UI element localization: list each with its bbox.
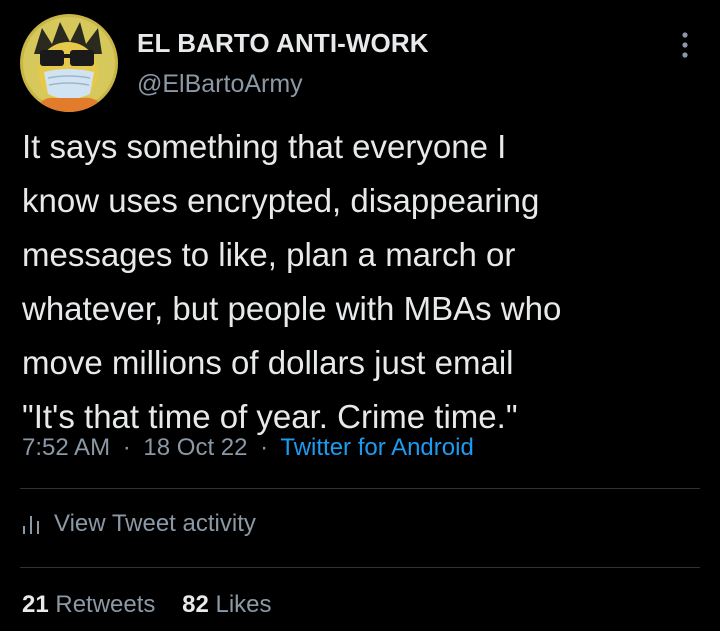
- more-vertical-icon: [682, 32, 688, 58]
- view-tweet-activity-button[interactable]: View Tweet activity: [22, 510, 256, 538]
- separator: ·: [260, 434, 269, 461]
- avatar[interactable]: [20, 14, 118, 112]
- tweet-text: It says something that everyone I know u…: [22, 128, 562, 435]
- divider: [20, 567, 700, 568]
- more-options-button[interactable]: [668, 28, 702, 62]
- retweet-count: 21: [22, 591, 49, 618]
- tweet-stats: 21 Retweets 82 Likes: [22, 591, 292, 619]
- view-tweet-activity-label: View Tweet activity: [54, 510, 256, 537]
- bar-chart-icon: [23, 516, 39, 534]
- tweet-time[interactable]: 7:52 AM: [22, 434, 110, 461]
- tweet-source-link[interactable]: Twitter for Android: [280, 434, 473, 461]
- avatar-image: [20, 14, 118, 112]
- tweet-date[interactable]: 18 Oct 22: [143, 434, 247, 461]
- like-count: 82: [182, 591, 209, 618]
- user-handle[interactable]: @ElBartoArmy: [137, 70, 303, 99]
- likes-stat[interactable]: 82 Likes: [182, 591, 271, 618]
- divider: [20, 488, 700, 489]
- separator: ·: [122, 434, 131, 461]
- display-name[interactable]: EL BARTO ANTI-WORK: [137, 28, 429, 59]
- retweets-stat[interactable]: 21 Retweets: [22, 591, 155, 618]
- retweets-label: Retweets: [55, 591, 156, 618]
- tweet-metadata: 7:52 AM · 18 Oct 22 · Twitter for Androi…: [22, 434, 474, 462]
- likes-label: Likes: [215, 591, 272, 618]
